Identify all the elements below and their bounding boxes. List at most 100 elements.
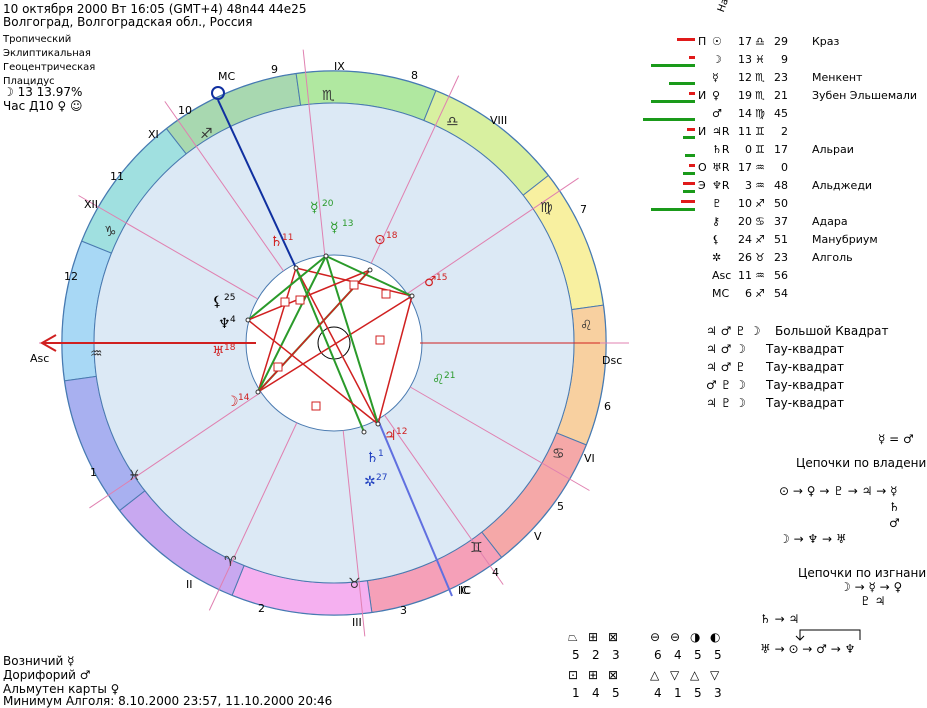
planet-sign: ♐	[755, 233, 765, 246]
planet-minute: 9	[781, 53, 788, 66]
planet-row[interactable]: И ♀ 19 ♏ 21 Зубен Эльшемали	[640, 88, 925, 106]
strength-bar-red	[677, 38, 695, 41]
planet-minute: 17	[774, 143, 788, 156]
house-roman: VIII	[490, 114, 507, 127]
planet-glyph: ☿	[712, 71, 719, 84]
planet-degree: 17	[738, 161, 752, 174]
configuration-label: Тау-квадрат	[766, 378, 845, 392]
element-icon: ⊞	[588, 630, 599, 644]
exile-chain-3: ♅ → ⊙ → ♂ → ♆	[760, 642, 856, 656]
planet-degree: 20	[322, 199, 334, 209]
exile-chain-1-branch: ♇ ♃	[860, 594, 886, 608]
planet-degree: 14	[238, 393, 250, 403]
planet-glyph: ♅R	[712, 161, 730, 174]
planet-degree: 1	[378, 449, 384, 459]
aspect-square	[381, 289, 391, 299]
planet-glyph: ☽	[712, 53, 722, 66]
planet-row[interactable]: ⚷ 20 ♋ 37 Адара	[640, 214, 925, 232]
planet-degree: 12	[738, 71, 752, 84]
planet-glyph: ♆R	[712, 179, 730, 192]
fixed-star: Альджеди	[812, 179, 873, 192]
planet-degree: 3	[745, 179, 752, 192]
planet-row[interactable]: ♇ 10 ♐ 50	[640, 196, 925, 214]
algol-minimum: Минимум Алголя: 8.10.2000 23:57, 11.10.2…	[3, 694, 333, 708]
planet-row[interactable]: Asc 11 ♒ 56	[640, 268, 925, 286]
planet-row[interactable]: ♂ 14 ♍ 45	[640, 106, 925, 124]
element-value: 1	[674, 686, 682, 700]
aspect-square	[280, 297, 290, 307]
strength-bar-green	[643, 118, 695, 121]
planet-minute: 21	[774, 89, 788, 102]
planet-degree: 14	[738, 107, 752, 120]
planet-glyph: ✲	[712, 251, 722, 264]
element-icon: ⏢	[568, 630, 578, 644]
fixed-star: Адара	[812, 215, 848, 228]
angle-label: MC	[218, 70, 235, 83]
planet-glyph: ✲	[364, 474, 376, 490]
planet-sign: ♋	[755, 215, 765, 228]
planet-glyph: ☽	[226, 394, 239, 410]
planet-minute: 2	[781, 125, 788, 138]
configuration-glyphs: ♃ ♂ ♇ ☽	[706, 324, 761, 338]
element-icon: ▽	[670, 668, 680, 682]
angle-label: Asc	[30, 352, 49, 365]
house-roman: VI	[584, 452, 595, 465]
natal-chart-wheel[interactable]: 12 3456789101112IIIIIICVVIVIIIIXXIXIIAsc D…	[0, 0, 640, 707]
house-number: 8	[411, 69, 418, 82]
planet-row[interactable]: ⚸ 24 ♐ 51 Манубриум	[640, 232, 925, 250]
planet-sign: ♏	[755, 89, 765, 102]
planet-degree: 19	[738, 89, 752, 102]
planet-row[interactable]: MC 6 ♐ 54	[640, 286, 925, 304]
strength-bar-green	[685, 154, 695, 157]
element-value: 4	[592, 686, 600, 700]
planet-minute: 45	[774, 107, 788, 120]
element-icon: ⊖	[650, 630, 661, 644]
equality-line: ☿ = ♂	[878, 432, 914, 446]
planet-minute: 37	[774, 215, 788, 228]
planet-glyph: ♀	[712, 89, 721, 102]
strength-bar-red	[681, 200, 695, 203]
ownership-chain-1-branch-b: ♂	[889, 516, 900, 530]
configuration-label: Тау-квадрат	[766, 396, 845, 410]
dignity-mark: Э	[698, 179, 706, 192]
planet-row[interactable]: ✲ 26 ♉ 23 Алголь	[640, 250, 925, 268]
planet-row[interactable]: ☽ 13 ♓ 9	[640, 52, 925, 70]
planet-row[interactable]: И ♃R 11 ♊ 2	[640, 124, 925, 142]
element-icon: ◐	[710, 630, 721, 644]
strength-bar-red	[689, 164, 695, 167]
planet-row[interactable]: О ♅R 17 ♒ 0	[640, 160, 925, 178]
planet-row[interactable]: ☿ 12 ♏ 23 Менкент	[640, 70, 925, 88]
element-value: 5	[612, 686, 620, 700]
angle-label: IC	[458, 584, 469, 597]
planet-sign: ♒	[755, 179, 765, 192]
zodiac-sign-glyph: ♒	[90, 346, 103, 362]
planet-glyph: ♄	[366, 450, 379, 466]
planet-degree: 13	[342, 219, 353, 229]
house-roman: V	[534, 530, 542, 543]
dignity-mark: И	[698, 125, 707, 138]
house-roman: IX	[334, 60, 345, 73]
planet-sign: ♒	[755, 161, 765, 174]
planet-degree: 0	[745, 143, 752, 156]
strength-bar-green	[669, 82, 695, 85]
aspect-node	[255, 389, 261, 395]
element-value: 1	[572, 686, 580, 700]
house-number: 4	[492, 566, 499, 579]
planet-glyph: ♅	[212, 344, 225, 360]
fixed-star: Зубен Эльшемали	[812, 89, 918, 102]
dignity-mark: И	[698, 89, 707, 102]
planet-degree: 10	[738, 197, 752, 210]
planet-glyph: ⚸	[212, 294, 222, 310]
element-value: 6	[654, 648, 662, 662]
planet-row[interactable]: П ☉ 17 ♎ 29 Краз	[640, 34, 925, 52]
exile-chain-1: ☽ → ☿ → ♀	[840, 580, 903, 594]
planet-row[interactable]: ♄R 0 ♊ 17 Альраи	[640, 142, 925, 160]
element-icon: ◑	[690, 630, 701, 644]
aspect-node	[323, 253, 329, 259]
dignity-mark: О	[698, 161, 707, 174]
planet-sign: ♓	[755, 53, 765, 66]
ownership-chain-1: ⊙ → ♀ → ♇ → ♃ → ☿	[779, 484, 898, 498]
planet-row[interactable]: Э ♆R 3 ♒ 48 Альджеди	[640, 178, 925, 196]
planet-degree: 15	[436, 273, 447, 283]
planet-minute: 23	[774, 71, 788, 84]
